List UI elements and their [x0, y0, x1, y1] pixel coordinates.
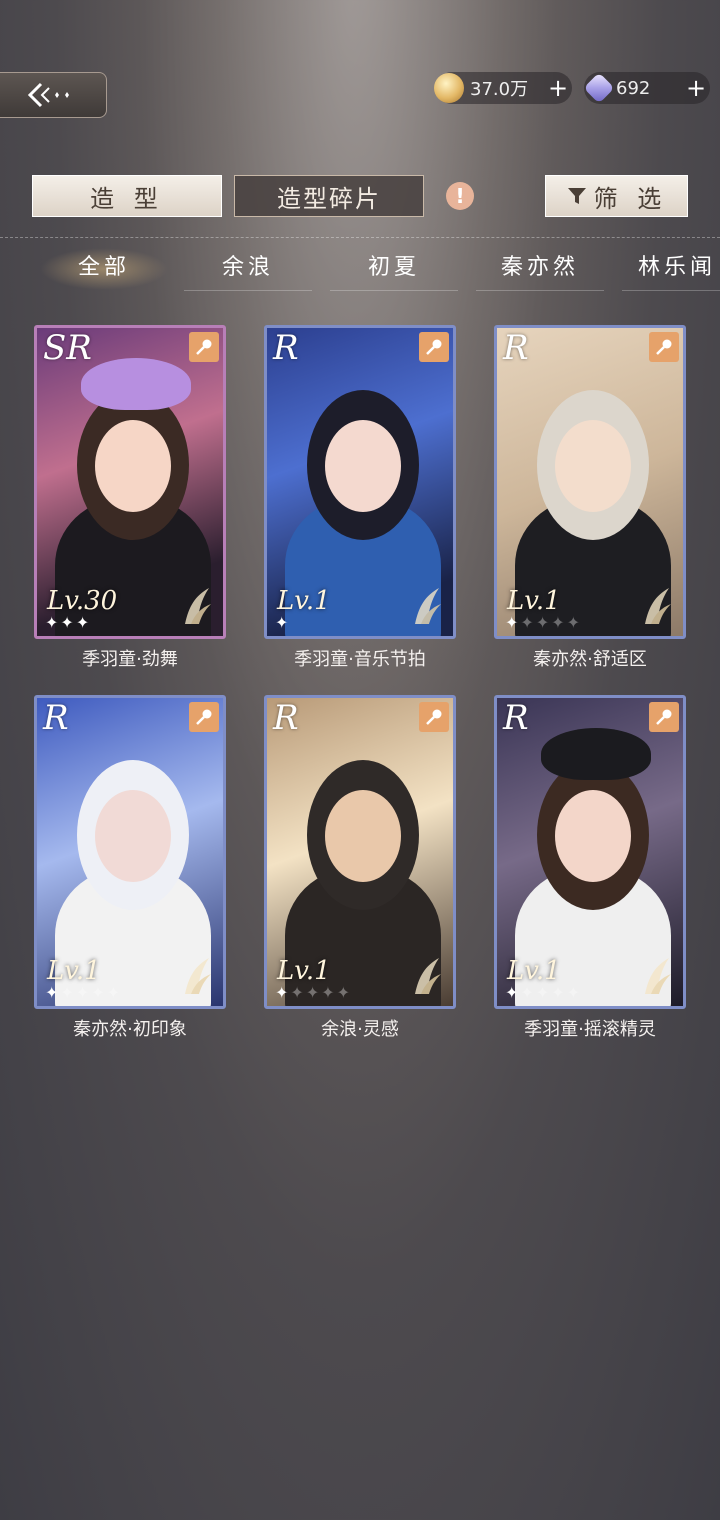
star-icon: ✦: [106, 983, 121, 1002]
wing-emblem-icon: [641, 956, 673, 996]
star-icon: ✦: [290, 983, 304, 1002]
gem-currency: 692 +: [583, 72, 710, 104]
star-icon: ✦: [551, 983, 565, 1002]
level-label: Lv.30: [47, 586, 118, 616]
add-gold-button[interactable]: +: [544, 74, 572, 102]
tab-lin-lewen[interactable]: 林乐闻: [622, 248, 720, 291]
gold-currency: 37.0万 +: [434, 72, 572, 104]
tab-yu-lang[interactable]: 余浪: [184, 248, 312, 291]
star-icon: ✦: [535, 613, 550, 632]
level-label: Lv.1: [47, 956, 101, 986]
rarity-label: R: [273, 698, 299, 738]
microphone-icon: [189, 702, 219, 732]
star-icon: ✦: [520, 613, 534, 632]
add-gem-button[interactable]: +: [682, 74, 710, 102]
star-rating: ✦ ✦ ✦ ✦ ✦: [45, 983, 120, 1002]
star-icon: ✦: [275, 983, 289, 1002]
outfit-name: 季羽童·摇滚精灵: [524, 1019, 656, 1040]
microphone-icon: [649, 332, 679, 362]
gold-coin-icon: [434, 73, 464, 103]
wing-emblem-icon: [411, 586, 443, 626]
outfit-name: 余浪·灵感: [321, 1019, 399, 1040]
star-icon: ✦: [45, 983, 59, 1002]
star-icon: ✦: [535, 983, 550, 1002]
tab-chu-xia[interactable]: 初夏: [330, 248, 458, 291]
outfit-name: 秦亦然·舒适区: [533, 649, 647, 670]
outfit-name: 季羽童·音乐节拍: [294, 649, 426, 670]
outfit-card[interactable]: R Lv.1 ✦ ✦ ✦ ✦ ✦: [264, 695, 456, 1009]
outfit-card[interactable]: R Lv.1 ✦: [264, 325, 456, 639]
tab-qin-yiran[interactable]: 秦亦然: [476, 248, 604, 291]
star-icon: ✦: [45, 613, 59, 632]
level-label: Lv.1: [507, 956, 561, 986]
rarity-label: SR: [43, 328, 92, 368]
microphone-icon: [419, 702, 449, 732]
outfit-button[interactable]: 造 型: [32, 175, 222, 217]
back-arrow-icon: [27, 82, 69, 108]
wing-emblem-icon: [641, 586, 673, 626]
rarity-label: R: [503, 698, 529, 738]
wing-emblem-icon: [181, 956, 213, 996]
microphone-icon: [649, 702, 679, 732]
level-label: Lv.1: [507, 586, 561, 616]
outfit-card[interactable]: R Lv.1 ✦ ✦ ✦ ✦ ✦: [494, 695, 686, 1009]
star-icon: ✦: [75, 613, 90, 632]
outfit-shards-button[interactable]: 造型碎片: [234, 175, 424, 217]
gem-amount: 692: [616, 77, 651, 99]
star-icon: ✦: [60, 613, 74, 632]
star-icon: ✦: [551, 613, 565, 632]
outfit-shards-label: 造型碎片: [277, 184, 381, 213]
star-icon: ✦: [505, 613, 519, 632]
star-icon: ✦: [520, 983, 534, 1002]
star-icon: ✦: [91, 983, 105, 1002]
level-label: Lv.1: [277, 956, 331, 986]
microphone-icon: [189, 332, 219, 362]
wing-emblem-icon: [181, 586, 213, 626]
divider: [0, 237, 720, 238]
star-rating: ✦ ✦ ✦ ✦ ✦: [505, 983, 580, 1002]
star-icon: ✦: [505, 983, 519, 1002]
tab-all[interactable]: 全部: [40, 248, 168, 290]
star-icon: ✦: [336, 983, 351, 1002]
filter-icon: [567, 188, 586, 204]
star-rating: ✦ ✦ ✦: [45, 613, 89, 632]
outfit-card[interactable]: R Lv.1 ✦ ✦ ✦ ✦ ✦: [494, 325, 686, 639]
star-icon: ✦: [75, 983, 90, 1002]
star-rating: ✦ ✦ ✦ ✦ ✦: [275, 983, 350, 1002]
microphone-icon: [419, 332, 449, 362]
wing-emblem-icon: [411, 956, 443, 996]
star-icon: ✦: [305, 983, 320, 1002]
rarity-label: R: [503, 328, 529, 368]
outfit-card[interactable]: SR Lv.30 ✦ ✦ ✦: [34, 325, 226, 639]
alert-icon[interactable]: !: [446, 182, 474, 210]
star-icon: ✦: [566, 983, 581, 1002]
outfit-name: 季羽童·劲舞: [82, 649, 178, 670]
rarity-label: R: [43, 698, 69, 738]
gold-amount: 37.0万: [470, 79, 529, 100]
star-icon: ✦: [566, 613, 581, 632]
filter-button-label: 筛 选: [593, 184, 668, 213]
star-icon: ✦: [321, 983, 335, 1002]
outfit-card[interactable]: R Lv.1 ✦ ✦ ✦ ✦ ✦: [34, 695, 226, 1009]
rarity-label: R: [273, 328, 299, 368]
star-rating: ✦: [275, 613, 288, 632]
star-icon: ✦: [275, 613, 289, 632]
level-label: Lv.1: [277, 586, 331, 616]
diamond-icon: [583, 72, 615, 104]
back-button[interactable]: [0, 72, 107, 118]
outfit-button-label: 造 型: [90, 184, 164, 213]
star-icon: ✦: [60, 983, 74, 1002]
character-tabs: 全部 余浪 初夏 秦亦然 林乐闻: [0, 248, 720, 291]
star-rating: ✦ ✦ ✦ ✦ ✦: [505, 613, 580, 632]
filter-button[interactable]: 筛 选: [545, 175, 688, 217]
outfit-name: 秦亦然·初印象: [73, 1019, 187, 1040]
